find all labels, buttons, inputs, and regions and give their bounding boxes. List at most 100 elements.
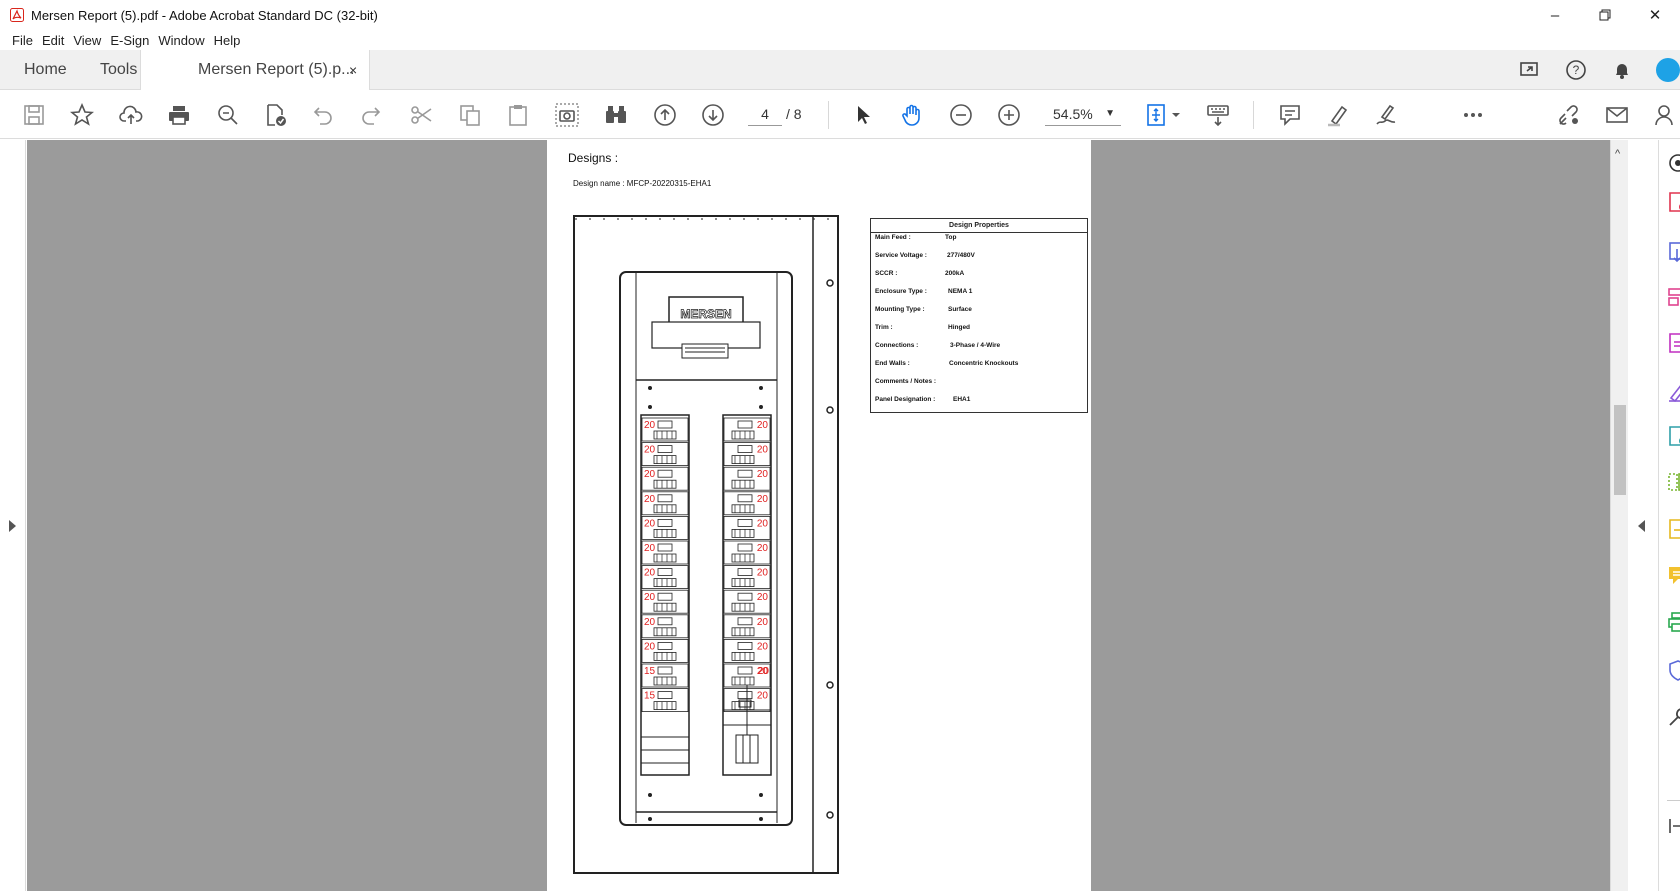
- cut-icon[interactable]: [410, 103, 434, 127]
- pdf-page: Designs : Design name : MFCP-20220315-EH…: [547, 140, 1091, 891]
- edit-pdf-icon[interactable]: [1667, 332, 1680, 354]
- fill-sign-icon[interactable]: [1667, 380, 1680, 402]
- tab-home[interactable]: Home: [24, 50, 67, 90]
- page-number-input[interactable]: 4: [748, 102, 782, 126]
- restore-button[interactable]: [1580, 0, 1630, 30]
- snapshot-icon[interactable]: [555, 103, 579, 127]
- fit-page-dropdown-icon[interactable]: [1170, 103, 1182, 127]
- share-screen-icon[interactable]: [1518, 58, 1542, 82]
- undo-icon[interactable]: [311, 103, 335, 127]
- breaker-rating: 20: [644, 518, 656, 529]
- breaker-rating: 15: [644, 691, 656, 702]
- zoom-level-field[interactable]: 54.5% ▼: [1045, 102, 1121, 126]
- circuit-breaker: 20: [723, 491, 771, 516]
- circuit-breaker: 20: [641, 614, 689, 639]
- expand-pane-icon[interactable]: [1667, 815, 1680, 837]
- menu-view[interactable]: View: [73, 33, 101, 48]
- left-navigation-pane: [0, 140, 26, 891]
- design-properties-table: Design Properties Main Feed : Top Service…: [870, 218, 1088, 413]
- save-icon[interactable]: [22, 103, 46, 127]
- breaker-rating: 20: [644, 420, 656, 431]
- copy-icon[interactable]: [458, 103, 482, 127]
- breaker-rating: 20: [757, 518, 769, 529]
- menu-file[interactable]: File: [12, 33, 33, 48]
- circuit-breaker: 20: [641, 638, 689, 663]
- breaker-rating: 20: [757, 592, 769, 603]
- hand-tool-icon[interactable]: [900, 103, 924, 127]
- zoom-in-icon[interactable]: [997, 103, 1021, 127]
- tab-tools[interactable]: Tools: [100, 50, 137, 90]
- zoom-out-icon[interactable]: [949, 103, 973, 127]
- organize-pages-icon[interactable]: [1667, 286, 1680, 308]
- bookmark-star-icon[interactable]: [70, 103, 94, 127]
- vertical-scrollbar[interactable]: ^: [1610, 140, 1628, 891]
- paste-icon[interactable]: [506, 103, 530, 127]
- redo-icon[interactable]: [359, 103, 383, 127]
- print-icon[interactable]: [167, 103, 191, 127]
- print-production-icon[interactable]: [1667, 611, 1680, 633]
- page-down-icon[interactable]: [701, 103, 725, 127]
- menu-esign[interactable]: E-Sign: [110, 33, 149, 48]
- zoom-search-icon[interactable]: [216, 103, 240, 127]
- circuit-breaker: 20: [723, 417, 771, 442]
- circuit-breaker: 15: [641, 688, 689, 713]
- rail-divider: [1667, 800, 1680, 801]
- breaker-rating: 20: [757, 494, 769, 505]
- breaker-rating: 20: [644, 543, 656, 554]
- collapse-right-pane-icon[interactable]: [1638, 520, 1645, 532]
- breaker-rating: 15: [644, 666, 656, 677]
- breaker-rating: 20: [644, 617, 656, 628]
- fit-page-icon[interactable]: [1145, 103, 1169, 127]
- expand-left-pane-icon[interactable]: [9, 520, 16, 532]
- upload-cloud-icon[interactable]: [119, 103, 143, 127]
- chevron-down-icon: ▼: [1105, 108, 1115, 119]
- circuit-breaker: 20: [641, 565, 689, 590]
- circuit-breaker: 20: [723, 466, 771, 491]
- close-tab-icon[interactable]: ×: [349, 62, 357, 78]
- email-icon[interactable]: [1605, 103, 1629, 127]
- right-tools-pane: [1628, 140, 1680, 891]
- breaker-rating: 20: [757, 469, 769, 480]
- menu-window[interactable]: Window: [158, 33, 204, 48]
- tools-rail: [1658, 140, 1680, 891]
- breaker-rating: 20: [644, 494, 656, 505]
- page-up-icon[interactable]: [653, 103, 677, 127]
- title-bar: Mersen Report (5).pdf - Adobe Acrobat St…: [0, 0, 1680, 30]
- circuit-breaker: 20: [641, 442, 689, 467]
- file-check-icon[interactable]: [263, 103, 287, 127]
- notification-bell-icon[interactable]: [1610, 58, 1634, 82]
- window-title: Mersen Report (5).pdf - Adobe Acrobat St…: [31, 7, 378, 23]
- comment-icon[interactable]: [1278, 103, 1302, 127]
- help-icon[interactable]: ?: [1564, 58, 1588, 82]
- more-icon[interactable]: [1461, 103, 1485, 127]
- tab-document[interactable]: Mersen Report (5).p... ×: [140, 50, 370, 90]
- close-window-button[interactable]: ✕: [1630, 0, 1680, 30]
- combine-files-icon[interactable]: [1667, 518, 1680, 540]
- breaker-rating: 20: [757, 543, 769, 554]
- document-canvas[interactable]: Designs : Design name : MFCP-20220315-EH…: [27, 140, 1610, 891]
- comment-tool-icon[interactable]: [1667, 564, 1680, 586]
- create-pdf-icon[interactable]: [1667, 191, 1680, 213]
- more-tools-wrench-icon[interactable]: [1667, 706, 1680, 728]
- sign-icon[interactable]: [1374, 103, 1398, 127]
- scroll-up-icon[interactable]: ^: [1615, 148, 1620, 160]
- compare-files-icon[interactable]: [1667, 471, 1680, 493]
- keyboard-scroll-icon[interactable]: [1206, 103, 1230, 127]
- tab-bar: Home Tools Mersen Report (5).p... × ?: [0, 50, 1680, 90]
- account-avatar-icon[interactable]: [1656, 58, 1680, 82]
- request-signature-icon[interactable]: [1667, 425, 1680, 447]
- export-pdf-icon[interactable]: [1667, 241, 1680, 263]
- select-arrow-icon[interactable]: [852, 103, 876, 127]
- menu-help[interactable]: Help: [214, 33, 241, 48]
- protect-shield-icon[interactable]: [1667, 659, 1680, 681]
- circuit-breaker: 20: [641, 589, 689, 614]
- menu-edit[interactable]: Edit: [42, 33, 64, 48]
- minimize-button[interactable]: –: [1530, 0, 1580, 30]
- circuit-breaker: 20: [723, 589, 771, 614]
- scrollbar-thumb[interactable]: [1614, 405, 1626, 495]
- enhance-scan-icon[interactable]: [1667, 152, 1680, 174]
- highlight-icon[interactable]: [1326, 103, 1350, 127]
- user-add-icon[interactable]: [1654, 103, 1678, 127]
- binoculars-icon[interactable]: [604, 103, 628, 127]
- share-link-icon[interactable]: [1557, 103, 1581, 127]
